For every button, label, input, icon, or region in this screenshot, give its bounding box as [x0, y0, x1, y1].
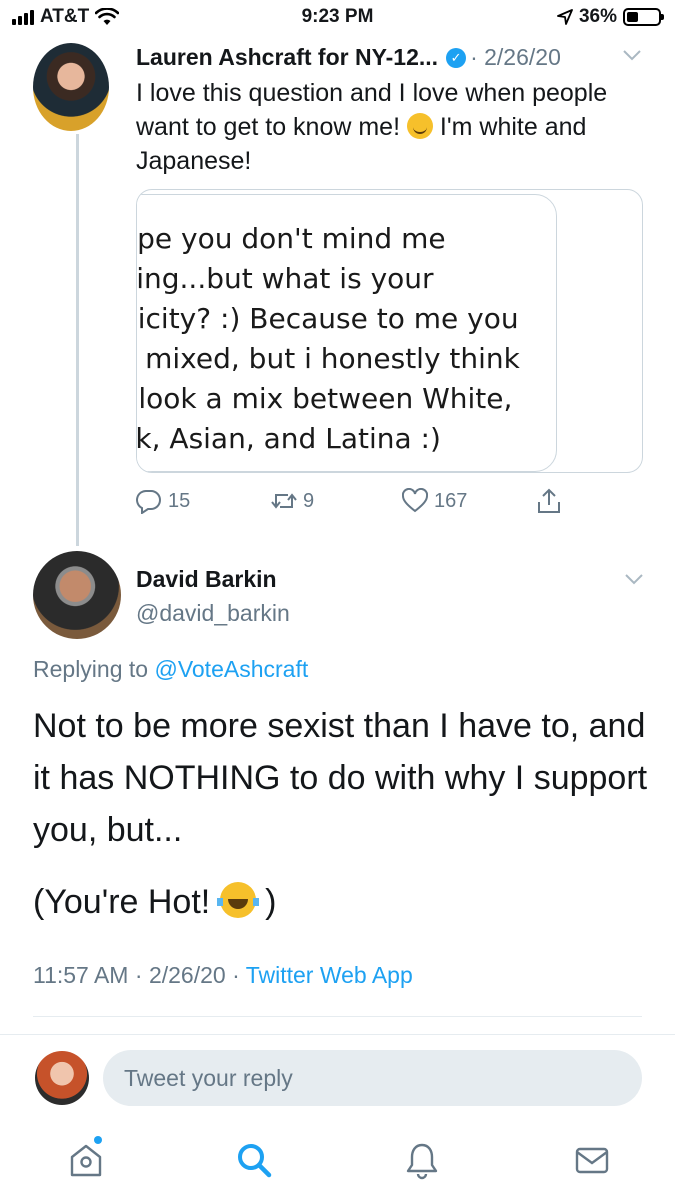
reply-icon [136, 489, 161, 514]
reply-count: 15 [168, 489, 191, 512]
avatar[interactable] [33, 551, 121, 639]
tweet-paragraph: Not to be more sexist than I have to, an… [33, 707, 648, 849]
reply-input[interactable]: Tweet your reply [103, 1050, 642, 1106]
media-line: ope you don't mind me [136, 222, 446, 255]
retweet-count: 9 [303, 489, 315, 512]
tweet-paragraph: (You're Hot! ) [33, 882, 277, 921]
tab-bar [0, 1136, 675, 1186]
chevron-down-icon[interactable] [624, 572, 644, 586]
like-count: 167 [434, 489, 468, 512]
avatar[interactable] [33, 43, 109, 131]
media-line: nicity? :) Because to me you [136, 302, 519, 335]
parent-tweet-text: I love this question and I love when peo… [136, 79, 608, 175]
tab-messages[interactable] [572, 1140, 612, 1180]
main-tweet-text: Not to be more sexist than I have to, an… [33, 700, 653, 928]
status-bar: AT&T 9:23 PM 36% [0, 0, 675, 36]
divider [33, 1016, 642, 1017]
status-right: 36% [557, 6, 664, 28]
media-line: king...but what is your [136, 262, 434, 295]
divider [0, 1034, 675, 1035]
like-button[interactable]: 167 [402, 488, 467, 514]
notifications-icon [406, 1143, 438, 1180]
tab-notifications[interactable] [402, 1140, 442, 1180]
tab-search[interactable] [234, 1140, 274, 1180]
tweet-date: 2/26/20 [148, 962, 226, 988]
media-line: k mixed, but i honestly think [136, 342, 520, 375]
tears-of-joy-emoji-icon [216, 882, 259, 918]
share-button[interactable] [536, 488, 562, 514]
parent-tweet-header: Lauren Ashcraft for NY-12... ✓ · 2/26/20 [136, 44, 645, 71]
author-name[interactable]: David Barkin [136, 566, 277, 593]
location-arrow-icon [557, 9, 573, 25]
replying-to: Replying to @VoteAshcraft [33, 656, 309, 682]
verified-icon: ✓ [446, 47, 467, 68]
avatar [35, 1051, 89, 1105]
source-link[interactable]: Twitter Web App [246, 962, 413, 988]
retweet-button[interactable]: 9 [271, 488, 314, 514]
home-icon [70, 1144, 102, 1177]
tweet-date[interactable]: · 2/26/20 [470, 44, 561, 71]
replying-to-link[interactable]: @VoteAshcraft [154, 656, 308, 682]
search-icon [238, 1144, 272, 1178]
screenshot-bubble: ope you don't mind me king...but what is… [136, 194, 557, 472]
tweet-meta: 11:57 AM · 2/26/20 · Twitter Web App [33, 962, 413, 988]
thread-line [76, 134, 79, 546]
like-icon [402, 488, 428, 513]
share-icon [538, 488, 560, 513]
messages-icon [575, 1147, 609, 1174]
tweet-actions: 15 9 167 [136, 488, 566, 518]
tab-home[interactable] [66, 1140, 106, 1180]
smiling-face-emoji-icon [406, 113, 433, 139]
retweet-icon [271, 493, 297, 509]
author-name[interactable]: Lauren Ashcraft for NY-12... [136, 44, 438, 71]
media-line: ck, Asian, and Latina :) [136, 422, 441, 455]
author-handle[interactable]: @david_barkin [136, 600, 290, 627]
screenshot-text: ope you don't mind me king...but what is… [136, 219, 540, 459]
battery-percent: 36% [578, 6, 617, 27]
tweet-media[interactable]: ope you don't mind me king...but what is… [136, 189, 643, 473]
chevron-down-icon[interactable] [622, 48, 642, 62]
tweet-time: 11:57 AM [33, 962, 129, 988]
media-line: ι look a mix between White, [136, 382, 513, 415]
reply-button[interactable]: 15 [136, 488, 190, 514]
battery-icon [623, 8, 664, 26]
